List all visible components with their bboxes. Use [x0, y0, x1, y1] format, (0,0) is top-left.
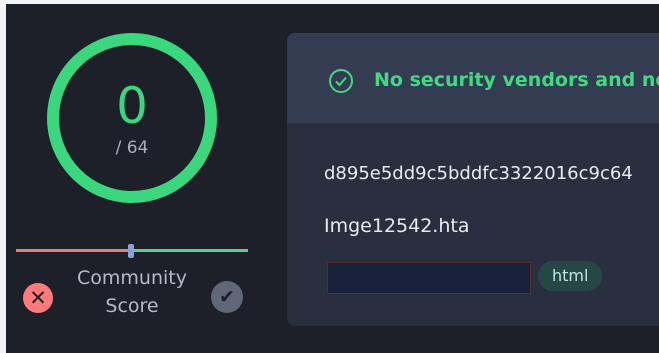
detection-panel: 0 / 64 ✕ Community Score ✔ No security v…	[0, 0, 659, 353]
community-score-bar	[16, 244, 248, 258]
close-icon: ✕	[29, 286, 47, 310]
check-icon: ✔	[219, 286, 235, 308]
file-hash[interactable]: d895e5dd9c5bddfc3322016c9c64	[324, 162, 633, 186]
community-label-line2: Score	[105, 295, 159, 317]
community-positive-bar	[132, 249, 248, 252]
redacted-field	[327, 262, 531, 294]
file-type-tag[interactable]: html	[538, 261, 603, 291]
community-label-line1: Community	[77, 267, 187, 289]
community-score-marker	[128, 244, 134, 258]
community-negative-bar	[16, 249, 132, 252]
detection-status-text: No security vendors and no	[374, 69, 659, 91]
vote-malicious-button[interactable]: ✕	[23, 283, 53, 313]
detection-score: 0 / 64	[44, 30, 220, 206]
vote-harmless-button[interactable]: ✔	[211, 281, 243, 313]
community-score-label: Community Score	[62, 264, 202, 320]
total-engines: / 64	[115, 138, 149, 158]
detection-status-banner: No security vendors and no	[287, 33, 659, 123]
check-circle-icon	[329, 69, 353, 93]
detections-count: 0	[116, 77, 148, 135]
file-name: Imge12542.hta	[324, 215, 470, 237]
file-summary-card: No security vendors and no d895e5dd9c5bd…	[287, 33, 659, 326]
